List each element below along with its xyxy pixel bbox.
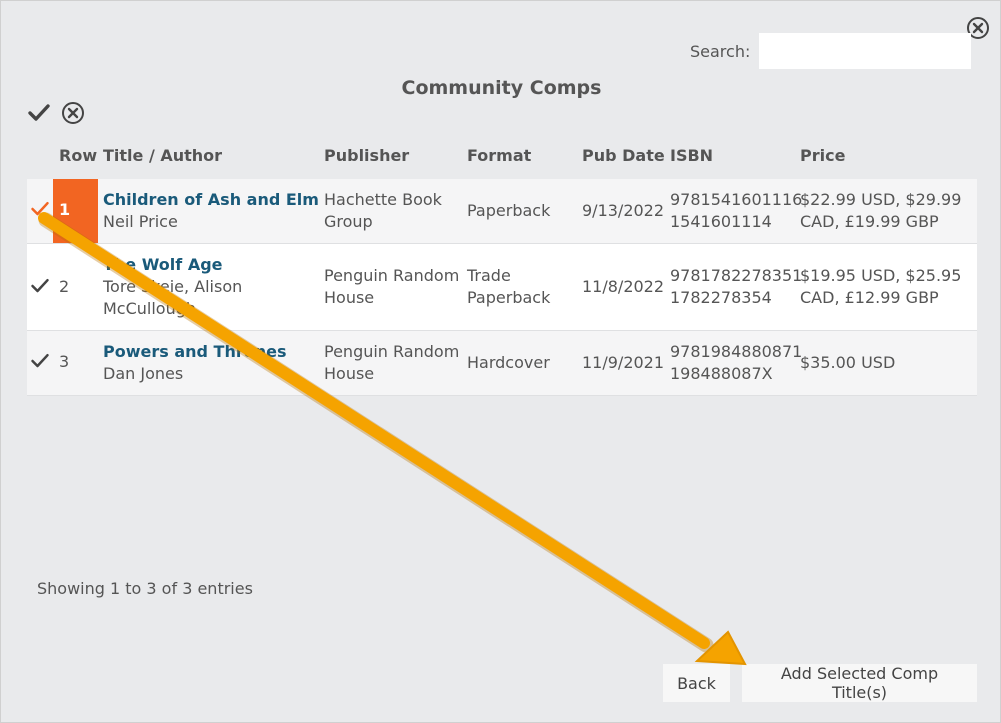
column-header-price[interactable]: Price: [800, 146, 845, 165]
pub-date-cell: 11/9/2021: [582, 353, 665, 372]
table-row[interactable]: 2 The Wolf Age Tore Skeie, Alison McCull…: [27, 244, 977, 331]
publisher-text: Penguin Random: [324, 266, 460, 285]
title-link[interactable]: Children of Ash and Elm: [103, 189, 319, 211]
format-cell: Trade Paperback: [467, 265, 550, 309]
isbn13-text: 9781541601116: [670, 190, 803, 209]
price-cell: $35.00 USD: [800, 353, 896, 372]
pub-date-cell: 9/13/2022: [582, 201, 665, 220]
publisher-cell: Penguin Random House: [324, 341, 459, 385]
title-author-cell: The Wolf Age Tore Skeie, Alison McCullou…: [103, 254, 242, 320]
row-number: 3: [59, 352, 70, 371]
isbn-cell: 9781984880871 198488087X: [670, 341, 802, 385]
format-cell: Hardcover: [467, 353, 550, 372]
format-cell: Paperback: [467, 201, 551, 220]
publisher-text: House: [324, 364, 375, 383]
dialog-title: Community Comps: [401, 77, 602, 99]
column-header-title-author[interactable]: Title / Author: [103, 146, 222, 165]
price-text: $22.99 USD, $29.99: [800, 190, 962, 209]
format-text: Trade: [467, 266, 511, 285]
search-label: Search:: [690, 41, 751, 61]
publisher-text: House: [324, 288, 375, 307]
format-text: Paperback: [467, 288, 551, 307]
search-area: Search:: [690, 33, 972, 69]
row-checkmark-icon[interactable]: [30, 199, 50, 219]
table-info: Showing 1 to 3 of 3 entries: [37, 579, 253, 598]
title-link[interactable]: The Wolf Age: [103, 254, 242, 276]
author-name: Dan Jones: [103, 364, 184, 383]
column-header-isbn[interactable]: ISBN: [670, 146, 713, 165]
select-all-checkmark-icon[interactable]: [27, 101, 51, 125]
isbn-cell: 9781782278351 1782278354: [670, 265, 802, 309]
publisher-cell: Penguin Random House: [324, 265, 459, 309]
row-number: 1: [59, 200, 71, 219]
bulk-actions: [27, 101, 85, 125]
author-name: McCullough: [103, 299, 197, 318]
comp-titles-dialog: Search: Community Comps Row Title / Auth…: [0, 0, 1001, 723]
add-selected-comp-titles-button[interactable]: Add Selected Comp Title(s): [742, 664, 977, 702]
table-header: Row Title / Author Publisher Format Pub …: [27, 137, 977, 179]
table-row[interactable]: 1 Children of Ash and Elm Neil Price Hac…: [27, 179, 977, 244]
author-name: Neil Price: [103, 212, 178, 231]
publisher-text: Group: [324, 212, 373, 231]
title-link[interactable]: Powers and Thrones: [103, 341, 287, 363]
isbn10-text: 1782278354: [670, 288, 772, 307]
table-row[interactable]: 3 Powers and Thrones Dan Jones Penguin R…: [27, 331, 977, 396]
isbn-cell: 9781541601116 1541601114: [670, 189, 802, 233]
comps-table: Row Title / Author Publisher Format Pub …: [27, 137, 977, 396]
title-author-cell: Powers and Thrones Dan Jones: [103, 341, 287, 385]
pub-date-cell: 11/8/2022: [582, 277, 665, 296]
column-header-publisher[interactable]: Publisher: [324, 146, 409, 165]
column-header-format[interactable]: Format: [467, 146, 531, 165]
isbn10-text: 198488087X: [670, 364, 773, 383]
author-name: Tore Skeie, Alison: [103, 277, 243, 296]
price-text: CAD, £19.99 GBP: [800, 212, 939, 231]
price-text: $19.95 USD, $25.95: [800, 266, 962, 285]
publisher-text: Hachette Book: [324, 190, 442, 209]
row-checkmark-icon[interactable]: [30, 351, 50, 371]
clear-all-close-icon[interactable]: [61, 101, 85, 125]
column-header-row[interactable]: Row: [59, 146, 97, 165]
price-cell: $22.99 USD, $29.99 CAD, £19.99 GBP: [800, 189, 961, 233]
publisher-text: Penguin Random: [324, 342, 460, 361]
price-cell: $19.95 USD, $25.95 CAD, £12.99 GBP: [800, 265, 961, 309]
publisher-cell: Hachette Book Group: [324, 189, 442, 233]
row-checkmark-icon[interactable]: [30, 276, 50, 296]
price-text: CAD, £12.99 GBP: [800, 288, 939, 307]
title-author-cell: Children of Ash and Elm Neil Price: [103, 189, 319, 233]
search-input[interactable]: [759, 33, 972, 69]
row-number: 2: [59, 277, 70, 296]
column-header-pub-date[interactable]: Pub Date: [582, 146, 665, 165]
isbn13-text: 9781782278351: [670, 266, 803, 285]
back-button[interactable]: Back: [663, 664, 730, 702]
isbn10-text: 1541601114: [670, 212, 772, 231]
isbn13-text: 9781984880871: [670, 342, 803, 361]
